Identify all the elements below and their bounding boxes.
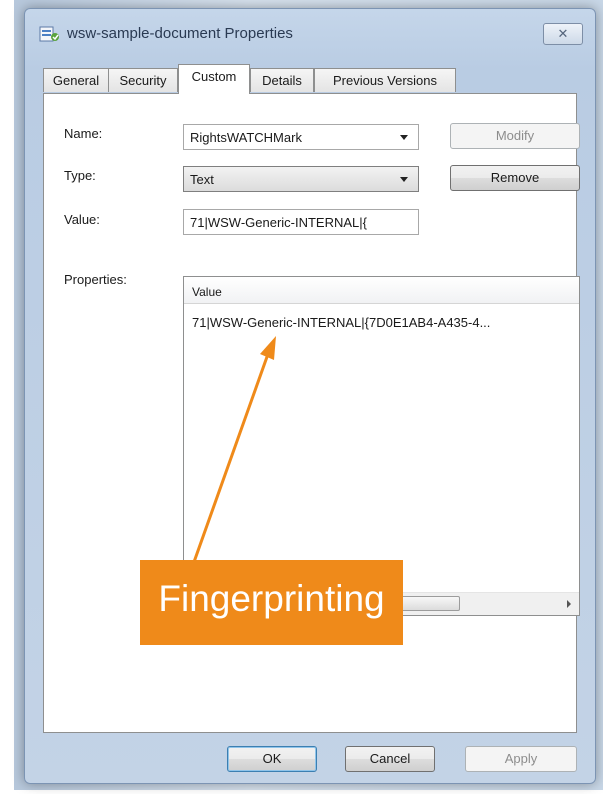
tab-custom[interactable]: Custom xyxy=(178,64,250,94)
document-properties-icon xyxy=(39,26,59,42)
callout-text: Fingerprinting xyxy=(158,578,385,619)
close-button[interactable]: ✕ xyxy=(543,23,583,45)
ok-button[interactable]: OK xyxy=(227,746,317,772)
value-input-text: 71|WSW-Generic-INTERNAL|{ xyxy=(190,215,367,230)
cancel-button[interactable]: Cancel xyxy=(345,746,435,772)
column-header-value: Value xyxy=(192,285,222,299)
tab-security[interactable]: Security xyxy=(108,68,178,92)
fingerprinting-callout: Fingerprinting xyxy=(140,560,403,645)
list-item[interactable]: 71|WSW-Generic-INTERNAL|{7D0E1AB4-A435-4… xyxy=(192,315,490,330)
scroll-right-arrow-icon[interactable] xyxy=(567,600,571,608)
type-label: Type: xyxy=(64,168,96,183)
tab-general[interactable]: General xyxy=(43,68,109,92)
title-bar: wsw-sample-document Properties ✕ xyxy=(25,9,595,55)
name-combobox[interactable]: RightsWATCHMark xyxy=(183,124,419,150)
value-input[interactable]: 71|WSW-Generic-INTERNAL|{ xyxy=(183,209,419,235)
type-combobox[interactable]: Text xyxy=(183,166,419,192)
type-value: Text xyxy=(190,172,214,187)
tab-details[interactable]: Details xyxy=(250,68,314,92)
custom-tab-panel: Name: RightsWATCHMark Modify Type: Text … xyxy=(43,93,580,733)
properties-dialog: wsw-sample-document Properties ✕ General… xyxy=(24,8,596,784)
name-value: RightsWATCHMark xyxy=(190,130,302,145)
tab-previous-versions[interactable]: Previous Versions xyxy=(314,68,456,92)
chevron-down-icon xyxy=(400,177,408,182)
modify-button[interactable]: Modify xyxy=(450,123,580,149)
name-label: Name: xyxy=(64,126,103,141)
window-title: wsw-sample-document Properties xyxy=(67,25,293,42)
properties-label: Properties: xyxy=(64,272,127,287)
list-header[interactable]: Value xyxy=(184,277,579,304)
value-label: Value: xyxy=(64,212,100,227)
remove-button[interactable]: Remove xyxy=(450,165,580,191)
chevron-down-icon xyxy=(400,135,408,140)
callout-arrow xyxy=(192,336,276,563)
close-icon: ✕ xyxy=(557,26,569,41)
apply-button[interactable]: Apply xyxy=(465,746,577,772)
